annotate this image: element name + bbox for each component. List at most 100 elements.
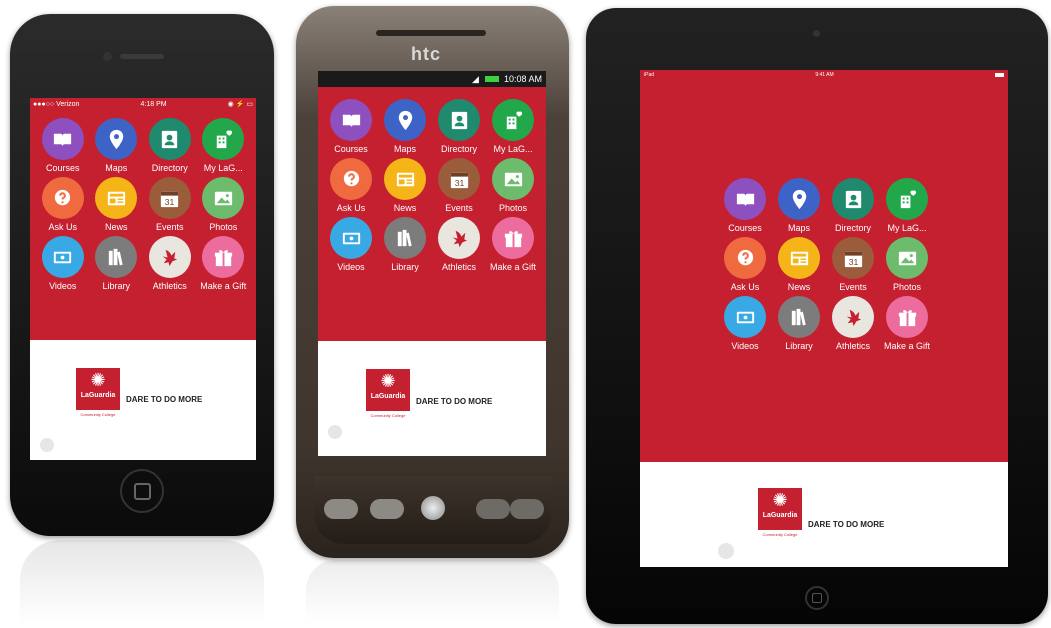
time-text: 4:18 PM xyxy=(140,100,167,108)
app-tile-label: News xyxy=(104,222,128,232)
ipad-device: iPad 9:41 AM Courses Maps Directory My LaG.… xyxy=(586,8,1048,624)
app-tile-label: Maps xyxy=(393,144,416,154)
video-icon xyxy=(41,236,84,278)
app-tile-label: Ask Us xyxy=(730,282,760,292)
search-key-button[interactable] xyxy=(510,499,544,519)
app-tile-courses[interactable]: Courses xyxy=(36,118,90,173)
time-text: 10:08 AM xyxy=(503,74,542,84)
app-tile-label: Videos xyxy=(337,262,365,272)
app-tile-library[interactable]: Library xyxy=(378,217,432,272)
app-tile-label: Library xyxy=(102,281,130,291)
college-emblem-icon: ✺ xyxy=(772,490,788,510)
app-tile-ask-us[interactable]: Ask Us xyxy=(718,237,772,292)
map-pin-icon xyxy=(778,178,820,220)
app-tile-my-lag[interactable]: My LaG... xyxy=(486,99,540,154)
app-tile-videos[interactable]: Videos xyxy=(36,236,90,291)
app-tile-videos[interactable]: Videos xyxy=(324,217,378,272)
iphone-earpiece xyxy=(120,54,164,59)
app-tile-label: Events xyxy=(839,282,867,292)
app-tile-athletics[interactable]: Athletics xyxy=(432,217,486,272)
back-key-button[interactable] xyxy=(476,499,510,519)
htc-app-grid: Courses Maps Directory My LaG... Ask Us News 3… xyxy=(324,99,540,272)
college-emblem-icon: ✺ xyxy=(380,371,396,391)
app-tile-events[interactable]: 31 Events xyxy=(432,158,486,213)
app-tile-label: Ask Us xyxy=(336,203,366,213)
app-tile-directory[interactable]: Directory xyxy=(143,118,197,173)
app-tile-label: Athletics xyxy=(152,281,187,291)
app-tile-photos[interactable]: Photos xyxy=(486,158,540,213)
app-tile-news[interactable]: News xyxy=(772,237,826,292)
app-tile-athletics[interactable]: Athletics xyxy=(143,236,197,291)
app-tile-my-lag[interactable]: My LaG... xyxy=(197,118,251,173)
video-icon xyxy=(724,296,766,338)
menu-key-button[interactable] xyxy=(370,499,404,519)
iphone-device: ●●●○○ Verizon 4:18 PM ◉ ⚡ ▭ Courses Maps D… xyxy=(10,14,274,536)
app-tile-athletics[interactable]: Athletics xyxy=(826,296,880,351)
calendar-icon: 31 xyxy=(148,177,191,219)
app-tile-news[interactable]: News xyxy=(378,158,432,213)
gift-icon xyxy=(492,217,534,259)
app-tile-ask-us[interactable]: Ask Us xyxy=(36,177,90,232)
iphone-screen: ●●●○○ Verizon 4:18 PM ◉ ⚡ ▭ Courses Maps D… xyxy=(30,98,256,460)
directory-icon xyxy=(832,178,874,220)
app-tile-news[interactable]: News xyxy=(90,177,144,232)
logo-name: LaGuardia xyxy=(80,392,116,399)
app-tile-label: Directory xyxy=(440,144,477,154)
video-icon xyxy=(330,217,372,259)
book-icon xyxy=(41,118,84,160)
map-pin-icon xyxy=(95,118,138,160)
app-tile-label: Videos xyxy=(49,281,77,291)
logo-subtitle: Community College xyxy=(80,412,116,417)
ipad-home-button[interactable] xyxy=(805,586,829,610)
app-tile-label: News xyxy=(787,282,811,292)
app-tile-make-a-gift[interactable]: Make a Gift xyxy=(197,236,251,291)
library-icon xyxy=(778,296,820,338)
app-tile-my-lag[interactable]: My LaG... xyxy=(880,178,934,233)
app-tile-label: My LaG... xyxy=(887,223,927,233)
app-tile-label: My LaG... xyxy=(493,144,533,154)
ipad-screen: iPad 9:41 AM Courses Maps Directory My LaG.… xyxy=(640,70,1008,567)
ipad-status-bar: iPad 9:41 AM xyxy=(640,70,1008,80)
athletics-icon xyxy=(438,217,480,259)
svg-text:31: 31 xyxy=(165,197,175,207)
tagline: DARE TO DO MORE xyxy=(416,397,493,406)
app-tile-directory[interactable]: Directory xyxy=(432,99,486,154)
iphone-app-grid: Courses Maps Directory My LaG... Ask Us News 3… xyxy=(36,118,250,291)
trackball-button[interactable] xyxy=(421,496,445,520)
news-icon xyxy=(778,237,820,279)
app-tile-videos[interactable]: Videos xyxy=(718,296,772,351)
app-tile-directory[interactable]: Directory xyxy=(826,178,880,233)
app-tile-label: Directory xyxy=(151,163,188,173)
signal-icon: ◢ xyxy=(472,73,479,84)
htc-reflection xyxy=(306,560,559,624)
app-tile-label: Library xyxy=(391,262,419,272)
app-tile-events[interactable]: 31 Events xyxy=(826,237,880,292)
app-tile-maps[interactable]: Maps xyxy=(378,99,432,154)
app-tile-label: My LaG... xyxy=(203,163,243,173)
calendar-icon: 31 xyxy=(438,158,480,200)
app-tile-photos[interactable]: Photos xyxy=(880,237,934,292)
home-button[interactable] xyxy=(120,469,164,513)
library-icon xyxy=(384,217,426,259)
app-tile-library[interactable]: Library xyxy=(90,236,144,291)
htc-screen: ◢ 10:08 AM Courses Maps Directory My LaG...… xyxy=(318,71,546,456)
app-tile-courses[interactable]: Courses xyxy=(324,99,378,154)
app-tile-ask-us[interactable]: Ask Us xyxy=(324,158,378,213)
question-icon xyxy=(724,237,766,279)
app-tile-maps[interactable]: Maps xyxy=(772,178,826,233)
directory-icon xyxy=(438,99,480,141)
app-tile-maps[interactable]: Maps xyxy=(90,118,144,173)
home-key-button[interactable] xyxy=(324,499,358,519)
app-tile-courses[interactable]: Courses xyxy=(718,178,772,233)
ipad-app-grid: Courses Maps Directory My LaG... Ask Us News 3… xyxy=(718,178,934,351)
app-tile-events[interactable]: 31 Events xyxy=(143,177,197,232)
app-tile-photos[interactable]: Photos xyxy=(197,177,251,232)
app-tile-label: Library xyxy=(785,341,813,351)
app-tile-make-a-gift[interactable]: Make a Gift xyxy=(880,296,934,351)
app-tile-make-a-gift[interactable]: Make a Gift xyxy=(486,217,540,272)
mylag-icon xyxy=(492,99,534,141)
directory-icon xyxy=(148,118,191,160)
app-tile-label: Make a Gift xyxy=(489,262,536,272)
app-tile-library[interactable]: Library xyxy=(772,296,826,351)
map-pin-icon xyxy=(384,99,426,141)
